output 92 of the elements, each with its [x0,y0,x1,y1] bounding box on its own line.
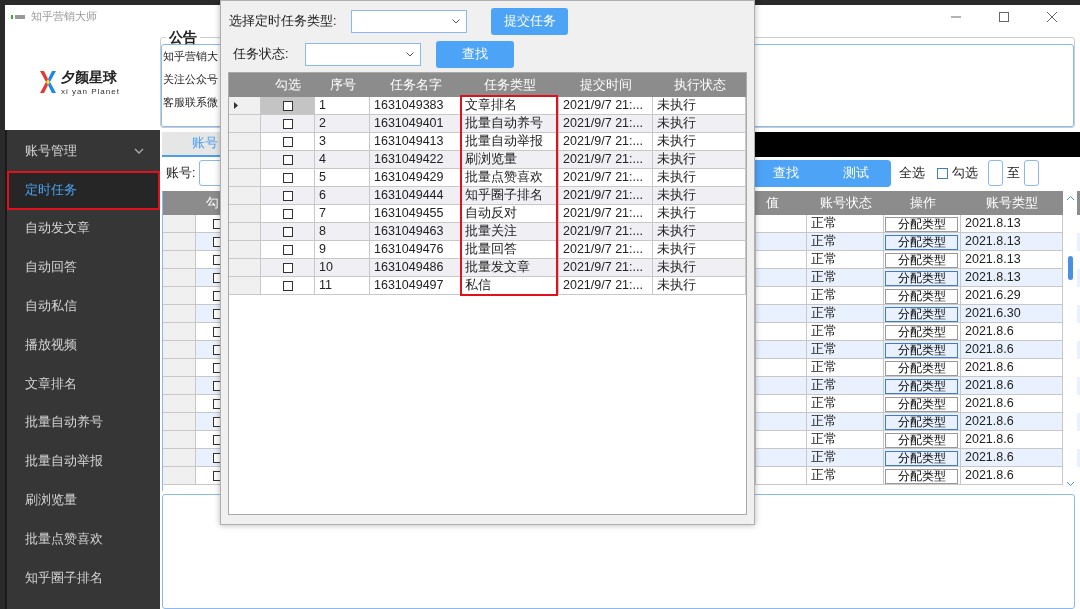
current-row-icon [234,102,238,109]
row-checkbox[interactable] [282,280,293,291]
task-row[interactable]: 3 1631049413 批量自动举报 2021/9/7 21:... 未执行 [229,133,746,151]
task-row[interactable]: 4 1631049422 刷浏览量 2021/9/7 21:... 未执行 [229,151,746,169]
table-cell: 未执行 [653,277,746,295]
sidebar-item[interactable]: 刷浏览量 [7,481,160,520]
row-checkbox[interactable] [282,244,293,255]
scroll-thumb[interactable] [1067,256,1073,280]
assign-type-button[interactable]: 分配类型 [885,469,958,484]
sidebar-item[interactable]: 自动私信 [7,287,160,326]
assign-type-button[interactable]: 分配类型 [885,361,958,376]
task-row[interactable]: 8 1631049463 批量关注 2021/9/7 21:... 未执行 [229,223,746,241]
account-label: 账号: [166,164,196,182]
sidebar-item[interactable]: 知乎圈子排名 [7,558,160,598]
logo-tagline: xi yan Planet [61,86,120,96]
row-checkbox[interactable] [282,226,293,237]
row-checkbox[interactable] [282,262,293,273]
column-header: 账号类型 [985,195,1039,212]
task-row[interactable]: 7 1631049455 自动反对 2021/9/7 21:... 未执行 [229,205,746,223]
column-header: 值 [765,195,780,212]
select-all-label[interactable]: 全选 [899,164,926,182]
assign-type-button[interactable]: 分配类型 [885,451,958,466]
scroll-up-icon[interactable] [1065,195,1075,201]
window-title: 知乎营销大师 [31,9,97,24]
column-header: 勾 [205,195,220,212]
assign-type-button[interactable]: 分配类型 [885,379,958,394]
task-row[interactable]: 1 1631049383 文章排名 2021/9/7 21:... 未执行 [229,97,746,115]
sidebar-item[interactable]: 文章排名 [7,364,160,404]
notice-title: 公告 [168,30,198,44]
task-row[interactable]: 2 1631049401 批量自动养号 2021/9/7 21:... 未执行 [229,115,746,133]
sidebar-item[interactable]: 批量自动举报 [7,442,160,482]
assign-type-button[interactable]: 分配类型 [885,217,958,232]
assign-type-button[interactable]: 分配类型 [885,343,958,358]
column-header: 任务名字 [388,77,443,94]
checkbox[interactable] [937,167,949,179]
assign-type-button[interactable]: 分配类型 [885,415,958,430]
logo-name: 夕颜星球 [61,68,119,87]
assign-type-button[interactable]: 分配类型 [885,289,958,304]
scroll-down-icon[interactable] [1065,481,1075,487]
sidebar-item[interactable]: 自动回答 [7,248,160,288]
assign-type-button[interactable]: 分配类型 [885,271,958,286]
row-checkbox[interactable] [282,190,293,201]
assign-type-button[interactable]: 分配类型 [885,253,958,268]
assign-type-button[interactable]: 分配类型 [885,397,958,412]
task-type-dropdown[interactable] [351,9,467,33]
column-header: 操作 [908,195,937,212]
check-option[interactable]: 勾选 [937,164,979,182]
row-checkbox[interactable] [282,154,293,165]
range-separator: 至 [1007,164,1021,182]
column-header: 序号 [328,77,357,94]
sidebar-item[interactable]: 自动发文章 [7,209,160,249]
task-row[interactable]: 9 1631049476 批量回答 2021/9/7 21:... 未执行 [229,241,746,259]
task-row[interactable]: 11 1631049497 私信 2021/9/7 21:... 未执行 [229,277,746,295]
table-cell: 2021/9/7 21:... [559,277,653,295]
row-checkbox[interactable] [282,100,293,111]
task-status-dropdown[interactable] [305,42,421,66]
range-start-field[interactable] [988,160,1004,186]
logo-icon [40,71,57,93]
row-checkbox[interactable] [282,208,293,219]
close-icon [1047,11,1057,22]
column-header: 任务类型 [483,77,537,94]
sidebar-item[interactable]: 定时任务 [7,170,160,210]
table-cell: 11 [315,277,370,295]
row-checkbox[interactable] [282,136,293,147]
sidebar-item[interactable]: 播放视频 [7,326,160,365]
app-icon [11,13,25,20]
assign-type-button[interactable]: 分配类型 [885,325,958,340]
task-row[interactable]: 6 1631049444 知乎圈子排名 2021/9/7 21:... 未执行 [229,187,746,205]
column-header: 账号状态 [818,195,873,212]
column-header: 执行状态 [672,77,727,94]
table-cell: 1631049497 [370,277,461,295]
assign-type-button[interactable]: 分配类型 [885,235,958,250]
row-header[interactable] [229,97,261,115]
caret-icon [452,18,460,24]
row-checkbox[interactable] [282,118,293,129]
assign-type-button[interactable]: 分配类型 [885,307,958,322]
task-row[interactable]: 5 1631049429 批量点赞喜欢 2021/9/7 21:... 未执行 [229,169,746,187]
task-status-label: 任务状态: [233,45,290,63]
table-cell: 正常 [807,467,884,485]
assign-type-button[interactable]: 分配类型 [885,433,958,448]
range-end-field[interactable] [1024,160,1040,186]
task-type-label: 选择定时任务类型: [229,12,338,30]
column-header: 提交时间 [579,77,633,94]
sidebar-item[interactable]: 账号管理 [7,132,160,171]
row-checkbox[interactable] [282,172,293,183]
sidebar-item[interactable]: 批量点赞喜欢 [7,519,160,559]
caret-icon [406,51,414,57]
column-header: 勾选 [274,77,302,94]
sidebar-item[interactable]: 批量自动养号 [7,403,160,443]
table-cell [756,467,807,485]
maximize-icon [999,11,1009,22]
task-row[interactable]: 10 1631049486 批量发文章 2021/9/7 21:... 未执行 [229,259,746,277]
